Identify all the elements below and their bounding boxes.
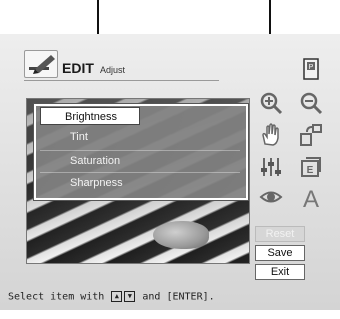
- zoom-in-icon[interactable]: [258, 90, 284, 116]
- adjust-sliders-icon[interactable]: [258, 154, 284, 180]
- menu-item-saturation[interactable]: Saturation: [40, 152, 120, 170]
- text-icon[interactable]: A: [298, 184, 324, 210]
- effect-icon[interactable]: E: [298, 154, 324, 180]
- menu-divider: [40, 172, 240, 173]
- edit-icon: [24, 50, 58, 78]
- page-subtitle: Adjust: [100, 65, 126, 75]
- screen: EDIT Adjust Brightness Tint Saturation S…: [0, 0, 340, 319]
- menu-divider: [40, 150, 240, 151]
- svg-text:A: A: [303, 186, 319, 210]
- adjust-menu: Brightness Tint Saturation Sharpness: [34, 104, 248, 200]
- status-prefix: Select item with: [8, 291, 105, 303]
- arrow-up-key-icon: ▲: [111, 291, 123, 302]
- svg-text:P: P: [309, 64, 314, 71]
- title-divider: [24, 80, 219, 81]
- rotate-icon[interactable]: [298, 122, 324, 148]
- save-button[interactable]: Save: [255, 245, 305, 261]
- red-eye-icon[interactable]: [258, 184, 284, 210]
- zoom-out-icon[interactable]: [298, 90, 324, 116]
- reset-button[interactable]: Reset: [255, 226, 305, 242]
- exit-button[interactable]: Exit: [255, 264, 305, 280]
- menu-item-sharpness[interactable]: Sharpness: [40, 174, 123, 192]
- menu-item-brightness[interactable]: Brightness: [40, 107, 140, 125]
- hand-move-icon[interactable]: [258, 122, 284, 148]
- svg-text:E: E: [307, 165, 314, 176]
- menu-item-tint[interactable]: Tint: [40, 128, 88, 146]
- arrow-down-key-icon: ▼: [124, 291, 136, 302]
- photo-subject: [153, 221, 209, 249]
- status-bar: Select item with ▲ ▼ and [ENTER].: [8, 291, 215, 303]
- status-suffix: and [ENTER].: [142, 291, 215, 303]
- page-title: EDIT: [62, 60, 94, 76]
- print-icon[interactable]: P: [298, 56, 324, 82]
